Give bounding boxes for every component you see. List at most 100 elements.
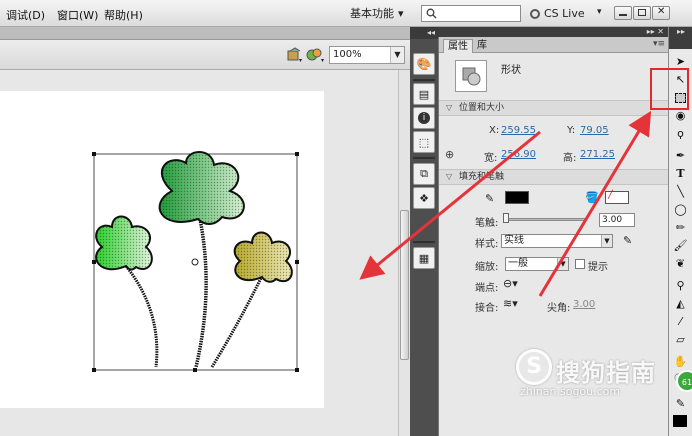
height-value[interactable]: 271.25	[580, 149, 615, 160]
tool-highlight-box	[650, 68, 689, 110]
panel-tabs: 属性 库 ▾≡	[439, 37, 669, 53]
transform-panel-icon[interactable]: ⬚	[413, 131, 435, 153]
stroke-slider[interactable]	[505, 218, 587, 221]
stroke-color-swatch[interactable]	[505, 191, 529, 204]
collapse-arrows-icon[interactable]: ▸▸ ✕	[438, 27, 668, 37]
line-tool-icon[interactable]: ╲	[671, 183, 690, 200]
tab-library[interactable]: 库	[473, 39, 491, 53]
dock-divider	[413, 241, 435, 243]
lasso-tool-icon[interactable]: ϙ	[671, 125, 690, 142]
flash-workspace: 调试(D) 窗口(W) 帮助(H) 基本功能 ▾ CS Live ▾ ✕ ▾ ▾…	[0, 0, 692, 436]
width-label: 宽:	[484, 153, 498, 164]
join-style-icon[interactable]: ≋▾	[503, 297, 518, 310]
notification-badge[interactable]: 61	[676, 370, 692, 392]
height-label: 高:	[563, 153, 577, 164]
bone-tool-icon[interactable]: ⚲	[671, 277, 690, 294]
join-label: 接合:	[475, 303, 499, 314]
workspace-label: 基本功能	[350, 7, 394, 20]
edit-stroke-style-icon[interactable]: ✎	[623, 234, 632, 247]
watermark-url: zhinan.sogou.com	[520, 385, 621, 398]
slider-handle[interactable]	[503, 213, 509, 223]
menu-help[interactable]: 帮助(H)	[104, 7, 143, 23]
svg-text:▾: ▾	[321, 57, 324, 63]
components-panel-icon[interactable]: ❖	[413, 187, 435, 209]
edit-symbols-icon[interactable]: ▾	[286, 47, 304, 66]
clover-artwork[interactable]	[0, 91, 324, 408]
motion-presets-icon[interactable]: ▦	[413, 247, 435, 269]
link-constrain-icon[interactable]: ⊕	[445, 148, 454, 161]
chevron-down-icon: ▼	[601, 235, 612, 247]
sogou-watermark: S 搜狗指南 zhinan.sogou.com	[512, 345, 684, 405]
document-tab-strip	[0, 27, 410, 40]
cs-live-icon	[530, 8, 540, 19]
paint-bucket-tool-icon[interactable]: ◭	[671, 295, 690, 312]
clover-small-left	[95, 215, 153, 271]
chevron-down-icon: ▾	[398, 6, 404, 20]
chevron-down-icon[interactable]: ▾	[597, 7, 602, 17]
paint-bucket-icon: 🪣	[585, 191, 599, 204]
x-value[interactable]: 259.55	[501, 125, 536, 136]
search-input[interactable]	[421, 5, 521, 22]
code-snippets-icon[interactable]: ⧉	[413, 163, 435, 185]
y-label: Y:	[567, 125, 576, 136]
zoom-value: 100%	[333, 49, 362, 60]
fill-color-swatch[interactable]: ╱	[605, 190, 629, 204]
panel-menu-icon[interactable]: ▾≡	[653, 39, 665, 49]
text-tool-icon[interactable]: T	[671, 165, 690, 182]
rectangle-tool-icon[interactable]: ◯	[671, 201, 690, 218]
hint-checkbox[interactable]	[575, 259, 585, 269]
sogou-logo-icon: S	[516, 349, 552, 385]
edit-scene-icon[interactable]: ▾	[306, 47, 326, 66]
restore-button[interactable]	[633, 6, 651, 20]
collapse-arrows-icon[interactable]: ▸▸	[669, 27, 692, 49]
stage[interactable]	[0, 91, 324, 408]
color-panel-icon[interactable]: 🎨	[413, 53, 435, 75]
scrollbar-thumb[interactable]	[400, 210, 409, 360]
cs-live-button[interactable]: CS Live	[530, 7, 585, 20]
stroke-style-select[interactable]: 实线 ▼	[501, 234, 613, 248]
pen-tool-icon[interactable]: ✒	[671, 147, 690, 164]
object-type-label: 形状	[501, 65, 521, 76]
cap-style-icon[interactable]: ⊖▾	[503, 277, 518, 290]
minimize-button[interactable]	[614, 6, 632, 20]
eyedropper-tool-icon[interactable]: ⁄	[671, 313, 690, 330]
menu-window[interactable]: 窗口(W)	[57, 7, 98, 23]
position-size-section[interactable]: ▽ 位置和大小	[439, 100, 669, 116]
workspace-switcher[interactable]: 基本功能 ▾	[350, 4, 404, 22]
info-panel-icon[interactable]: i	[413, 107, 435, 129]
pencil-tool-icon[interactable]: ✏	[671, 219, 690, 236]
fill-stroke-section[interactable]: ▽ 填充和笔触	[439, 169, 669, 185]
clover-small-right	[233, 231, 293, 283]
chevron-down-icon: ▼	[557, 258, 568, 270]
fill-color-tool-swatch[interactable]	[673, 415, 687, 427]
miter-value[interactable]: 3.00	[573, 299, 595, 310]
cs-live-label: CS Live	[544, 7, 585, 20]
scale-label: 缩放:	[475, 262, 499, 273]
brush-tool-icon[interactable]: 🖌	[671, 237, 690, 254]
tab-properties[interactable]: 属性	[443, 39, 473, 53]
style-value: 实线	[504, 235, 524, 246]
stroke-width-input[interactable]: 3.00	[599, 213, 635, 227]
collapse-triangle-icon: ▽	[446, 103, 453, 112]
y-value[interactable]: 79.05	[580, 125, 609, 136]
svg-text:▾: ▾	[299, 57, 302, 63]
panel-dock: ◂◂ 🎨 ▤ i ⬚ ⧉ ❖ ▦	[410, 27, 438, 436]
width-value[interactable]: 256.90	[501, 149, 536, 160]
deco-tool-icon[interactable]: ❦	[671, 255, 690, 272]
align-panel-icon[interactable]: ▤	[413, 83, 435, 105]
x-label: X:	[489, 125, 500, 136]
zoom-select[interactable]: 100% ▼	[329, 46, 405, 64]
menu-debug[interactable]: 调试(D)	[6, 7, 45, 23]
scale-select[interactable]: 一般 ▼	[505, 257, 569, 271]
shape-icon	[455, 60, 487, 92]
collapse-triangle-icon: ▽	[446, 172, 453, 181]
scale-value: 一般	[508, 258, 528, 269]
edit-bar: ▾ ▾ 100% ▼	[0, 40, 410, 70]
dock-divider	[413, 79, 435, 81]
close-button[interactable]: ✕	[652, 6, 670, 20]
cap-label: 端点:	[475, 283, 499, 294]
vertical-scrollbar[interactable]	[398, 70, 410, 436]
dock-divider	[413, 157, 435, 159]
section-title: 填充和笔触	[459, 172, 505, 182]
collapse-arrows-icon[interactable]: ◂◂	[410, 27, 438, 39]
